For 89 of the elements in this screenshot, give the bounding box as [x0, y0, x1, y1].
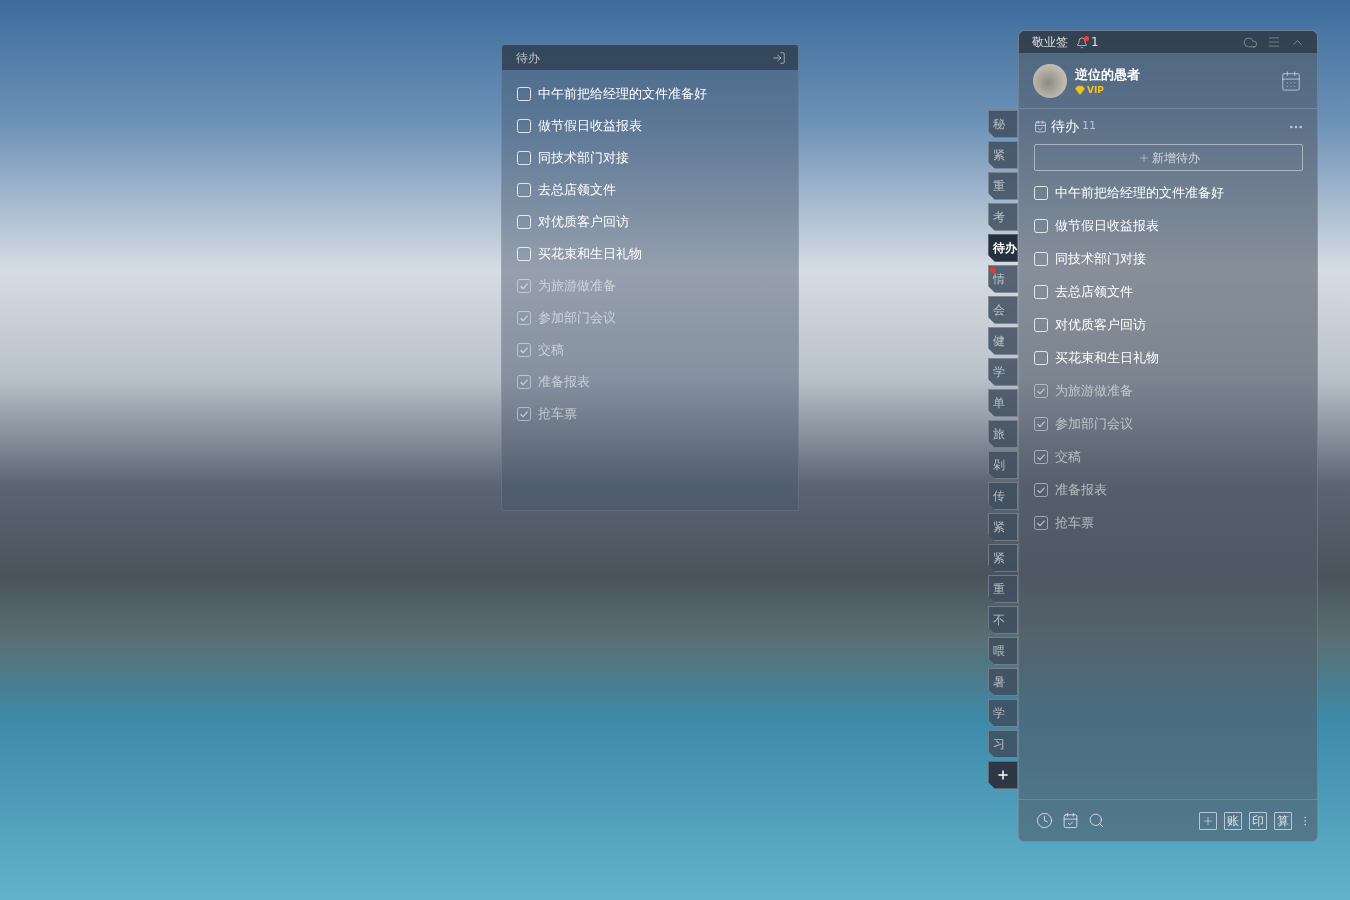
task-text: 对优质客户回访	[1055, 316, 1146, 333]
user-name: 逆位的愚者	[1075, 66, 1140, 83]
checkbox[interactable]	[517, 407, 531, 421]
add-task-button[interactable]: 新增待办	[1034, 144, 1303, 171]
plus-icon	[1137, 151, 1150, 164]
checkbox[interactable]	[517, 183, 531, 197]
category-tab[interactable]: 学	[988, 699, 1018, 727]
category-tab[interactable]: 紧	[988, 513, 1018, 541]
checkbox[interactable]	[1034, 284, 1048, 299]
list-count: 11	[1082, 118, 1096, 135]
task-text: 参加部门会议	[1055, 415, 1133, 432]
enter-icon[interactable]	[772, 50, 786, 65]
checkbox[interactable]	[517, 151, 531, 165]
task-text: 中午前把给经理的文件准备好	[1055, 184, 1224, 201]
search-icon[interactable]	[1088, 812, 1105, 829]
checkbox[interactable]	[517, 119, 531, 133]
category-tab[interactable]: 健	[988, 327, 1018, 355]
plus-icon	[996, 768, 1010, 782]
category-tab[interactable]: 情	[988, 265, 1018, 293]
tool-button[interactable]: 算	[1274, 811, 1292, 830]
checkbox[interactable]	[1034, 317, 1048, 332]
task-text: 抢车票	[538, 406, 577, 422]
task-text: 抢车票	[1055, 514, 1094, 531]
category-tab[interactable]: 紧	[988, 544, 1018, 572]
task-text: 交稿	[538, 342, 564, 358]
menu-icon[interactable]	[1267, 35, 1281, 49]
task-text: 同技术部门对接	[538, 150, 629, 166]
widget-title: 待办	[516, 49, 540, 67]
task-text: 对优质客户回访	[538, 214, 629, 230]
checkbox[interactable]	[517, 279, 531, 293]
add-tab-button[interactable]	[988, 761, 1018, 789]
category-tab[interactable]: 考	[988, 203, 1018, 231]
category-tab[interactable]: 不	[988, 606, 1018, 634]
checkbox[interactable]	[1034, 416, 1048, 431]
plus-icon	[1202, 814, 1214, 827]
category-tab[interactable]: 单	[988, 389, 1018, 417]
calendar-check-icon[interactable]	[1062, 812, 1079, 829]
checkbox[interactable]	[517, 215, 531, 229]
checkbox[interactable]	[1034, 350, 1048, 365]
category-tab[interactable]: 重	[988, 575, 1018, 603]
bell-icon[interactable]	[1076, 35, 1088, 49]
task-text: 去总店领文件	[1055, 283, 1133, 300]
tool-button[interactable]: 印	[1249, 811, 1267, 830]
checkbox[interactable]	[517, 343, 531, 357]
list-title: 待办	[1051, 117, 1079, 136]
task-text: 买花束和生日礼物	[538, 246, 642, 262]
calendar-icon[interactable]	[1280, 69, 1302, 92]
category-tab[interactable]: 剁	[988, 451, 1018, 479]
category-tab[interactable]: 秘	[988, 110, 1018, 138]
tool-button[interactable]: 账	[1224, 811, 1242, 830]
checkbox[interactable]	[517, 311, 531, 325]
category-tab[interactable]: 暑	[988, 668, 1018, 696]
checkbox[interactable]	[1034, 185, 1048, 200]
checkbox[interactable]	[517, 87, 531, 101]
checkbox[interactable]	[517, 375, 531, 389]
diamond-icon	[1075, 84, 1085, 95]
category-tab[interactable]: 待办	[988, 234, 1018, 262]
checkbox[interactable]	[1034, 482, 1048, 497]
checkbox[interactable]	[517, 247, 531, 261]
category-tab[interactable]: 学	[988, 358, 1018, 386]
category-tab[interactable]: 习	[988, 730, 1018, 758]
checkbox[interactable]	[1034, 218, 1048, 233]
task-text: 中午前把给经理的文件准备好	[538, 86, 707, 102]
task-text: 去总店领文件	[538, 182, 616, 198]
category-tab[interactable]: 会	[988, 296, 1018, 324]
notification-count: 1	[1091, 34, 1099, 51]
clock-icon[interactable]	[1036, 812, 1053, 829]
task-text: 准备报表	[1055, 481, 1107, 498]
task-text: 同技术部门对接	[1055, 250, 1146, 267]
add-button[interactable]	[1199, 811, 1217, 830]
checkbox[interactable]	[1034, 383, 1048, 398]
category-tab[interactable]: 紧	[988, 141, 1018, 169]
task-text: 为旅游做准备	[1055, 382, 1133, 399]
app-name: 敬业签	[1032, 34, 1068, 51]
category-tab[interactable]: 传	[988, 482, 1018, 510]
task-text: 做节假日收益报表	[538, 118, 642, 134]
task-text: 做节假日收益报表	[1055, 217, 1159, 234]
category-tab[interactable]: 重	[988, 172, 1018, 200]
category-tab[interactable]: 喂	[988, 637, 1018, 665]
task-text: 买花束和生日礼物	[1055, 349, 1159, 366]
calendar-check-icon	[1034, 120, 1047, 133]
checkbox[interactable]	[1034, 515, 1048, 530]
task-text: 交稿	[1055, 448, 1081, 465]
category-tab[interactable]: 旅	[988, 420, 1018, 448]
checkbox[interactable]	[1034, 449, 1048, 464]
vip-label: VIP	[1087, 84, 1104, 95]
cloud-icon[interactable]	[1243, 34, 1258, 50]
task-text: 准备报表	[538, 374, 590, 390]
checkbox[interactable]	[1034, 251, 1048, 266]
